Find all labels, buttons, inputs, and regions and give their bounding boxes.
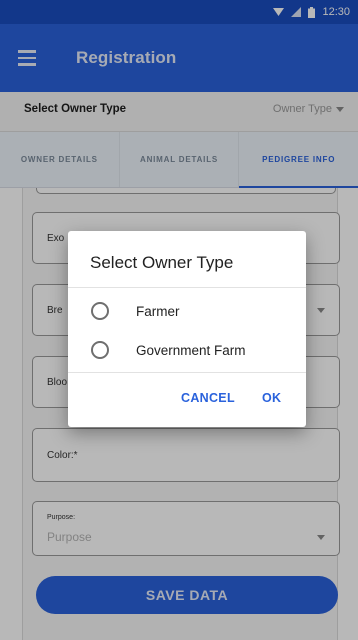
dialog-actions: CANCEL OK bbox=[68, 383, 306, 415]
radio-icon[interactable] bbox=[91, 341, 109, 359]
ok-button[interactable]: OK bbox=[262, 391, 281, 405]
dialog-divider bbox=[68, 287, 306, 288]
cancel-button[interactable]: CANCEL bbox=[181, 391, 235, 405]
radio-icon[interactable] bbox=[91, 302, 109, 320]
owner-type-dialog: Select Owner Type Farmer Government Farm… bbox=[68, 231, 306, 427]
option-government-farm[interactable]: Government Farm bbox=[68, 332, 306, 368]
option-label: Government Farm bbox=[136, 342, 246, 358]
dialog-title: Select Owner Type bbox=[90, 253, 234, 272]
option-label: Farmer bbox=[136, 303, 180, 319]
option-farmer[interactable]: Farmer bbox=[68, 293, 306, 329]
dialog-divider bbox=[68, 372, 306, 373]
